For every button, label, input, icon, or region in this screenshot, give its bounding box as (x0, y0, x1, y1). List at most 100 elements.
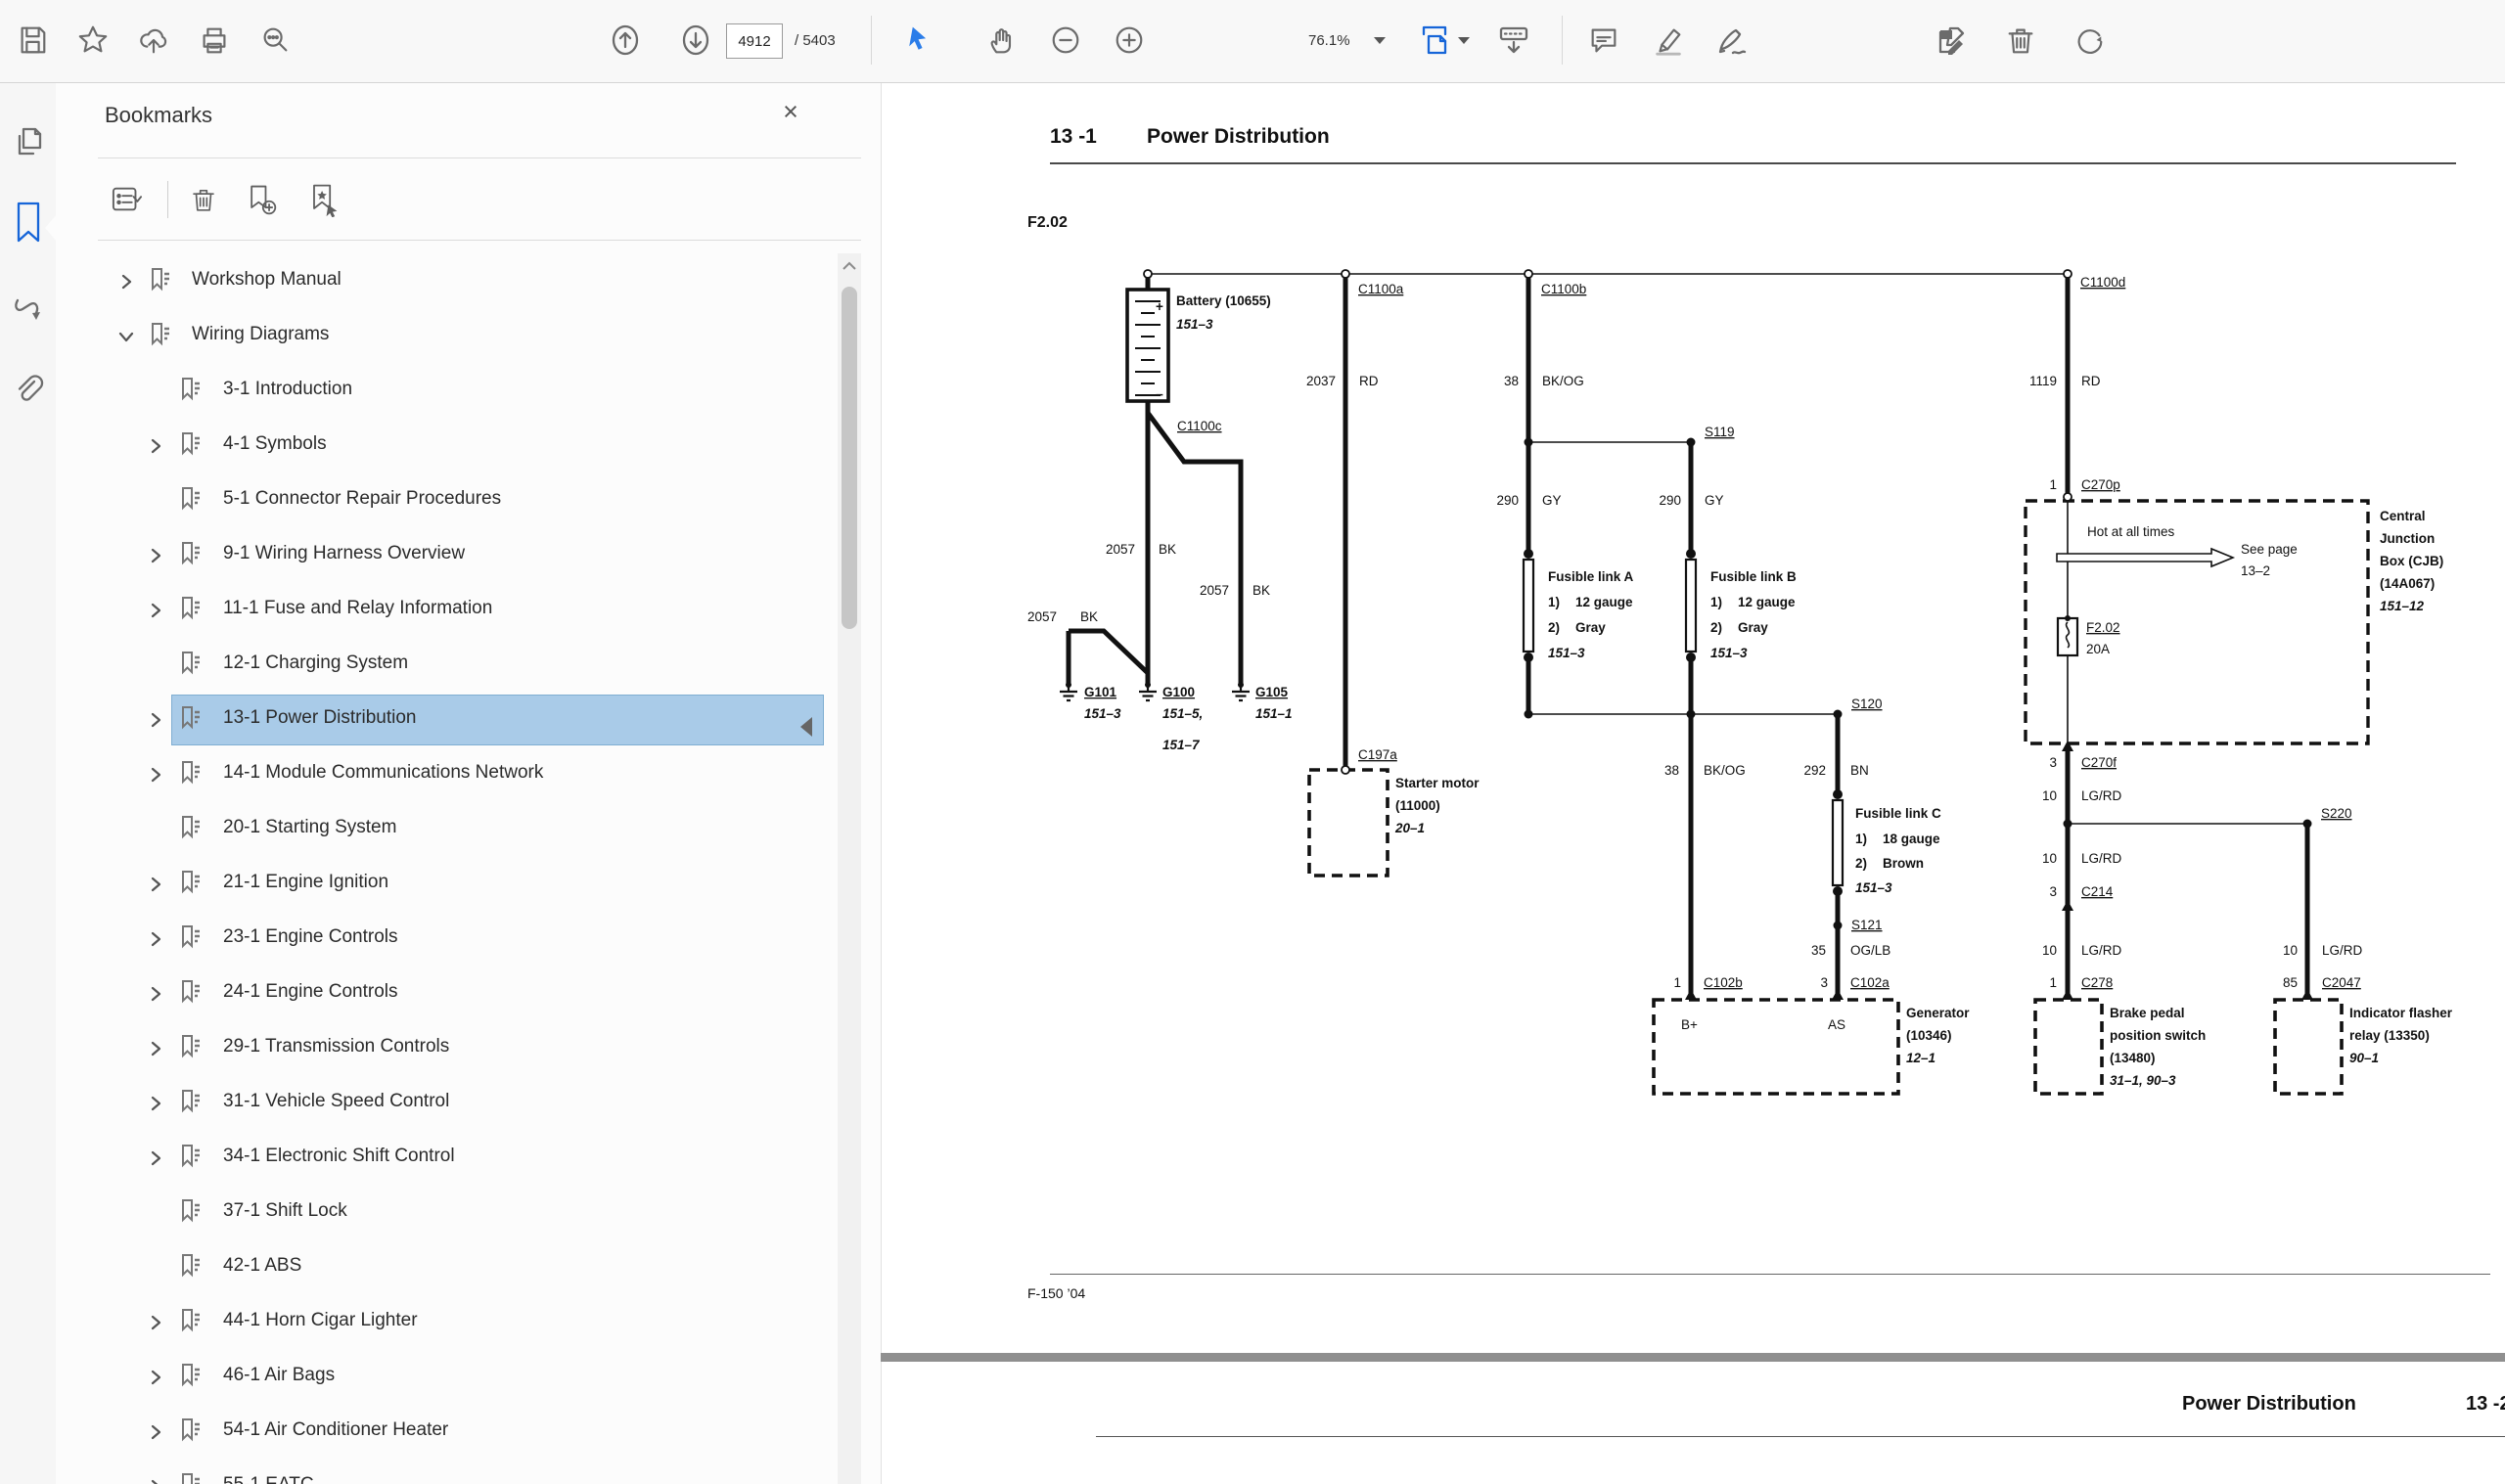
zoom-in-button[interactable] (1107, 18, 1152, 63)
bookmark-chevron-collapsed[interactable] (147, 1149, 164, 1167)
bookmark-item[interactable]: 12-1 Charging System (56, 637, 834, 692)
page-number-input[interactable] (726, 23, 783, 59)
bookmark-item[interactable]: 4-1 Symbols (56, 418, 834, 472)
bookmark-chevron-collapsed[interactable] (147, 1314, 164, 1331)
bookmark-chevron-collapsed[interactable] (147, 766, 164, 784)
diagram-label: LG/RD (2081, 788, 2122, 803)
add-bookmark-button[interactable] (236, 177, 287, 222)
highlight-button[interactable] (1646, 18, 1691, 63)
bookmark-item[interactable]: 24-1 Engine Controls (56, 966, 834, 1020)
page-down-button[interactable] (673, 18, 718, 63)
diagram-label: Starter motor (1395, 776, 1480, 790)
print-button[interactable] (192, 18, 237, 63)
bookmark-item[interactable]: 46-1 Air Bags (56, 1349, 834, 1404)
bookmark-chevron-collapsed[interactable] (147, 602, 164, 619)
diagram-label: (13480) (2110, 1051, 2156, 1065)
zoom-out-button[interactable] (1043, 18, 1088, 63)
bookmark-item[interactable]: 20-1 Starting System (56, 801, 834, 856)
bookmark-chevron-collapsed[interactable] (147, 437, 164, 455)
delete-bookmark-button[interactable] (179, 177, 228, 222)
sidebar-scrollbar-thumb[interactable] (842, 287, 857, 629)
bookmark-page-icon (179, 924, 203, 952)
rail-destinations-button[interactable] (9, 291, 48, 334)
fit-page-icon (1417, 22, 1452, 58)
zoom-level-value[interactable]: 76.1% (1308, 32, 1350, 49)
bookmark-chevron-expanded[interactable] (117, 328, 135, 345)
bookmark-item[interactable]: 3-1 Introduction (56, 363, 834, 418)
bookmark-item[interactable]: 11-1 Fuse and Relay Information (56, 582, 834, 637)
bookmark-chevron-collapsed[interactable] (147, 1478, 164, 1484)
bookmark-item[interactable]: 34-1 Electronic Shift Control (56, 1130, 834, 1185)
top-toolbar: / 5403 76.1% (0, 0, 2505, 83)
diagram-label: 38 (1504, 374, 1519, 388)
diagram-label: LG/RD (2322, 943, 2363, 958)
diagram-label: 1119 (2029, 374, 2057, 388)
bookmark-chevron-collapsed[interactable] (147, 985, 164, 1003)
bookmark-label: 12-1 Charging System (223, 652, 408, 674)
edit-page-button[interactable] (1930, 18, 1975, 63)
page-up-button[interactable] (603, 18, 648, 63)
scroll-mode-button[interactable] (1491, 18, 1536, 63)
page2-header-title: Power Distribution (2182, 1393, 2356, 1416)
bookmark-item[interactable]: Wiring Diagrams (56, 308, 834, 363)
bookmark-chevron-collapsed[interactable] (147, 711, 164, 729)
rail-page-thumbnails-button[interactable] (9, 122, 48, 165)
diagram-label: BK (1080, 609, 1098, 624)
bookmark-item[interactable]: 55-1 EATC (56, 1459, 834, 1484)
bookmark-page-icon (179, 1363, 203, 1390)
bookmark-page-icon (179, 870, 203, 897)
bookmark-item[interactable]: 13-1 Power Distribution (56, 692, 834, 746)
rotate-button[interactable] (2067, 18, 2112, 63)
bookmark-item[interactable]: 44-1 Horn Cigar Lighter (56, 1294, 834, 1349)
bookmark-item[interactable]: 5-1 Connector Repair Procedures (56, 472, 834, 527)
diagram-label: G100 (1162, 685, 1195, 699)
pdf-viewer-window: { "toolbar": { "page_current": "4912", "… (0, 0, 2505, 1484)
bookmark-item[interactable]: Workshop Manual (56, 253, 834, 308)
zoom-dropdown-caret[interactable] (1374, 37, 1386, 44)
bookmark-item[interactable]: 21-1 Engine Ignition (56, 856, 834, 911)
diagram-label: 10 (2283, 943, 2298, 958)
collapse-panel-button[interactable] (800, 717, 812, 737)
star-button[interactable] (70, 18, 115, 63)
bookmark-item[interactable]: 54-1 Air Conditioner Heater (56, 1404, 834, 1459)
bookmark-item[interactable]: 9-1 Wiring Harness Overview (56, 527, 834, 582)
diagram-label: 151–5, (1162, 706, 1203, 721)
bookmark-chevron-collapsed[interactable] (147, 1423, 164, 1441)
hand-tool-button[interactable] (979, 18, 1024, 63)
fit-page-caret[interactable] (1458, 37, 1470, 44)
diagram-label: C197a (1358, 747, 1397, 762)
bookmark-item[interactable]: 31-1 Vehicle Speed Control (56, 1075, 834, 1130)
header-rule (1050, 162, 2456, 164)
bookmark-item[interactable]: 23-1 Engine Controls (56, 911, 834, 966)
diagram-label: (11000) (1395, 798, 1440, 813)
bookmark-label: Wiring Diagrams (192, 324, 329, 345)
bookmark-chevron-collapsed[interactable] (117, 273, 135, 291)
scrollbar-up-button[interactable] (840, 257, 859, 277)
bookmark-chevron-collapsed[interactable] (147, 547, 164, 564)
goto-bookmark-button[interactable] (296, 177, 349, 222)
bookmark-chevron-collapsed[interactable] (147, 1095, 164, 1112)
bookmark-item[interactable]: 29-1 Transmission Controls (56, 1020, 834, 1075)
search-button[interactable] (252, 18, 297, 63)
share-upload-button[interactable] (131, 18, 176, 63)
bookmark-label: 46-1 Air Bags (223, 1365, 335, 1386)
select-tool-button[interactable] (896, 18, 941, 63)
delete-page-button[interactable] (1998, 18, 2043, 63)
rail-attachments-button[interactable] (9, 369, 48, 412)
bookmark-chevron-collapsed[interactable] (147, 930, 164, 948)
bookmark-chevron-collapsed[interactable] (147, 876, 164, 893)
comment-button[interactable] (1581, 18, 1626, 63)
fit-page-button[interactable] (1412, 18, 1457, 63)
diagram-label: C1100b (1541, 282, 1586, 296)
bookmark-options-button[interactable] (99, 177, 156, 222)
bookmark-item[interactable]: 14-1 Module Communications Network (56, 746, 834, 801)
save-button[interactable] (10, 18, 55, 63)
close-panel-button[interactable]: × (770, 91, 811, 132)
diagram-label: F2.02 (2086, 620, 2120, 635)
bookmark-item[interactable]: 37-1 Shift Lock (56, 1185, 834, 1239)
sign-button[interactable] (1708, 18, 1754, 63)
bookmark-chevron-collapsed[interactable] (147, 1369, 164, 1386)
bookmark-chevron-collapsed[interactable] (147, 1040, 164, 1057)
bookmark-item[interactable]: 42-1 ABS (56, 1239, 834, 1294)
rail-bookmarks-button[interactable] (9, 201, 48, 244)
